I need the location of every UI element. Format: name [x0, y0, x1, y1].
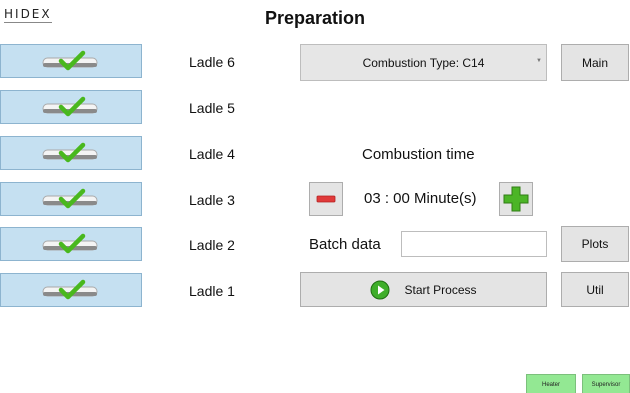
page-title: Preparation [264, 8, 366, 28]
start-process-button[interactable]: Start Process [300, 272, 547, 307]
util-button[interactable]: Util [561, 272, 629, 307]
toggle-checked-icon [42, 233, 98, 254]
ladle-5-toggle-button[interactable] [0, 90, 142, 124]
plus-icon [503, 186, 529, 212]
start-process-label: Start Process [404, 282, 477, 297]
heater-button[interactable]: Heater [526, 374, 576, 393]
increase-time-button[interactable] [499, 182, 533, 216]
ladle-4-label: Ladle 4 [189, 146, 235, 162]
combustion-type-select[interactable]: Combustion Type: C14 ▼ [300, 44, 547, 81]
ladle-3-toggle-button[interactable] [0, 182, 142, 216]
batch-data-input[interactable] [401, 231, 547, 257]
batch-data-label: Batch data [309, 236, 381, 253]
main-button[interactable]: Main [561, 44, 629, 81]
ladle-2-label: Ladle 2 [189, 237, 235, 253]
plots-button[interactable]: Plots [561, 226, 629, 262]
ladle-2-toggle-button[interactable] [0, 227, 142, 261]
ladle-3-label: Ladle 3 [189, 192, 235, 208]
ladle-1-label: Ladle 1 [189, 283, 235, 299]
ladle-6-label: Ladle 6 [189, 54, 235, 70]
combustion-time-label: Combustion time [362, 146, 475, 163]
supervisor-button[interactable]: Supervisor [582, 374, 630, 393]
combustion-type-value: Combustion Type: C14 [362, 55, 485, 70]
toggle-checked-icon [42, 50, 98, 71]
combustion-time-value: 03 : 00 Minute(s) [364, 190, 477, 207]
ladle-5-label: Ladle 5 [189, 100, 235, 116]
toggle-checked-icon [42, 96, 98, 117]
chevron-down-icon: ▼ [536, 58, 542, 64]
toggle-checked-icon [42, 188, 98, 209]
toggle-checked-icon [42, 279, 98, 300]
toggle-checked-icon [42, 142, 98, 163]
ladle-6-toggle-button[interactable] [0, 44, 142, 78]
minus-icon [316, 195, 336, 203]
ladle-4-toggle-button[interactable] [0, 136, 142, 170]
play-icon [370, 280, 390, 299]
ladle-1-toggle-button[interactable] [0, 273, 142, 307]
decrease-time-button[interactable] [309, 182, 343, 216]
